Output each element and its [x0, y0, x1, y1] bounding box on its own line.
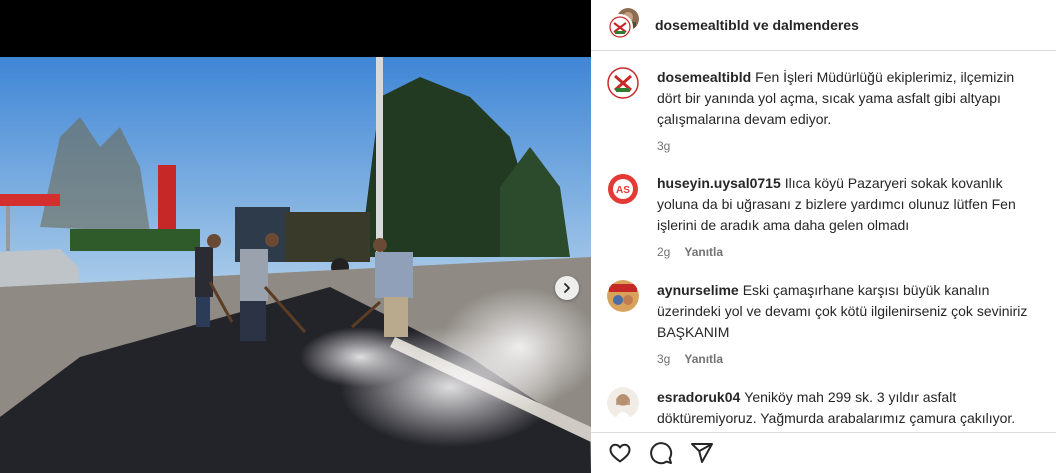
post-media	[0, 0, 591, 473]
comment-icon	[650, 442, 673, 465]
comment-username[interactable]: aynurselime	[657, 282, 739, 298]
list-item: aynurselime Eski çamaşırhane karşısı büyü…	[607, 280, 1056, 366]
avatar[interactable]	[607, 280, 639, 312]
share-icon	[691, 443, 713, 463]
comment-button[interactable]	[648, 440, 674, 466]
comments-list: dosemealtibld Fen İşleri Müdürlüğü ekiple…	[591, 51, 1056, 471]
post-actions-bar	[591, 432, 1056, 473]
post-header-title: dosemealtibld ve dalmenderes	[655, 17, 859, 33]
collaborator-link[interactable]: dalmenderes	[773, 17, 859, 33]
comment-username[interactable]: esradoruk04	[657, 389, 740, 405]
reply-button[interactable]: Yanıtla	[684, 245, 723, 259]
comment-time[interactable]: 2g	[657, 245, 670, 259]
avatar[interactable]	[607, 67, 639, 99]
comment-username[interactable]: dosemealtibld	[657, 69, 751, 85]
collab-avatars[interactable]	[607, 8, 641, 42]
like-button[interactable]	[607, 440, 633, 466]
post-side-panel: dosemealtibld ve dalmenderes dosemealtib…	[591, 0, 1056, 473]
list-item: dosemealtibld Fen İşleri Müdürlüğü ekiple…	[607, 67, 1056, 153]
avatar[interactable]	[607, 387, 639, 419]
avatar	[607, 14, 633, 40]
avatar[interactable]: AS	[607, 173, 639, 205]
next-image-button[interactable]	[555, 276, 579, 300]
chevron-right-icon	[564, 283, 570, 293]
conjunction-text: ve	[753, 17, 769, 33]
share-button[interactable]	[689, 440, 715, 466]
reply-button[interactable]: Yanıtla	[684, 352, 723, 366]
post-photo[interactable]	[0, 57, 591, 473]
comment-username[interactable]: huseyin.uysal0715	[657, 175, 781, 191]
post-header: dosemealtibld ve dalmenderes	[591, 0, 1056, 51]
comment-time[interactable]: 3g	[657, 352, 670, 366]
heart-icon	[609, 443, 631, 463]
svg-text:AS: AS	[616, 185, 630, 196]
comment-time[interactable]: 3g	[657, 139, 670, 153]
list-item: AS huseyin.uysal0715 Ilıca köyü Pazaryeri…	[607, 173, 1056, 259]
author-link[interactable]: dosemealtibld	[655, 17, 749, 33]
